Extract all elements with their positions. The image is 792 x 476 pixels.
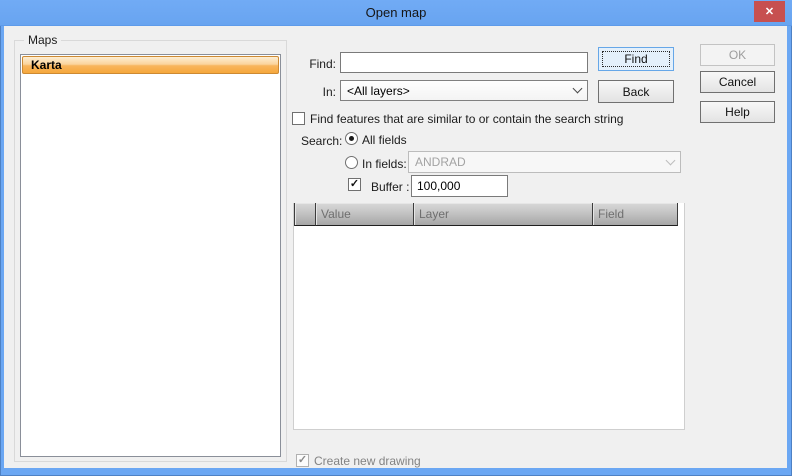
find-button[interactable]: Find bbox=[598, 47, 674, 71]
list-item-karta[interactable]: Karta bbox=[22, 56, 279, 74]
back-button-label: Back bbox=[623, 85, 650, 99]
layers-dropdown[interactable]: <All layers> bbox=[340, 80, 588, 101]
close-icon: ✕ bbox=[765, 5, 774, 18]
help-button[interactable]: Help bbox=[700, 101, 775, 123]
in-fields-radio-label: In fields: bbox=[362, 157, 407, 171]
cancel-button-label: Cancel bbox=[719, 75, 756, 89]
maps-listbox[interactable]: Karta bbox=[20, 54, 281, 457]
in-fields-dropdown-value: ANDRAD bbox=[415, 155, 667, 169]
open-map-dialog: Open map ✕ Maps Karta Find: Find In: <Al… bbox=[0, 0, 792, 476]
results-grid: Value Layer Field bbox=[293, 203, 685, 430]
help-button-label: Help bbox=[725, 105, 750, 119]
maps-groupbox-label: Maps bbox=[24, 33, 61, 47]
column-header-selector[interactable] bbox=[294, 203, 316, 226]
check-icon: ✓ bbox=[298, 455, 307, 466]
column-header-field[interactable]: Field bbox=[593, 203, 678, 226]
find-label: Find: bbox=[296, 57, 336, 71]
buffer-input[interactable] bbox=[411, 175, 508, 197]
buffer-checkbox[interactable]: ✓ bbox=[348, 178, 361, 191]
ok-button[interactable]: OK bbox=[700, 44, 775, 66]
similar-checkbox[interactable] bbox=[292, 112, 305, 125]
buffer-label: Buffer : bbox=[371, 180, 409, 194]
column-header-layer[interactable]: Layer bbox=[414, 203, 593, 226]
all-fields-radio[interactable] bbox=[345, 132, 358, 145]
dialog-title: Open map bbox=[0, 5, 792, 20]
close-button[interactable]: ✕ bbox=[754, 1, 785, 22]
list-item-label: Karta bbox=[31, 58, 62, 72]
radio-dot bbox=[349, 136, 354, 141]
in-fields-radio[interactable] bbox=[345, 156, 358, 169]
in-fields-dropdown[interactable]: ANDRAD bbox=[408, 151, 681, 173]
chevron-down-icon bbox=[666, 155, 676, 165]
titlebar[interactable]: Open map ✕ bbox=[0, 0, 792, 26]
all-fields-radio-label: All fields bbox=[362, 133, 407, 147]
back-button[interactable]: Back bbox=[598, 80, 674, 103]
results-grid-body bbox=[294, 226, 684, 429]
column-header-value[interactable]: Value bbox=[316, 203, 414, 226]
chevron-down-icon bbox=[573, 84, 583, 94]
create-new-drawing-label: Create new drawing bbox=[314, 454, 421, 468]
ok-button-label: OK bbox=[729, 48, 746, 62]
in-label: In: bbox=[296, 85, 336, 99]
cancel-button[interactable]: Cancel bbox=[700, 71, 775, 93]
find-button-label: Find bbox=[624, 52, 647, 66]
check-icon: ✓ bbox=[350, 179, 359, 190]
create-new-drawing-checkbox[interactable]: ✓ bbox=[296, 454, 309, 467]
similar-checkbox-label: Find features that are similar to or con… bbox=[310, 112, 623, 126]
search-label: Search: bbox=[301, 134, 342, 148]
find-input[interactable] bbox=[340, 52, 588, 73]
layers-dropdown-value: <All layers> bbox=[347, 84, 574, 98]
results-grid-header: Value Layer Field bbox=[294, 203, 684, 226]
